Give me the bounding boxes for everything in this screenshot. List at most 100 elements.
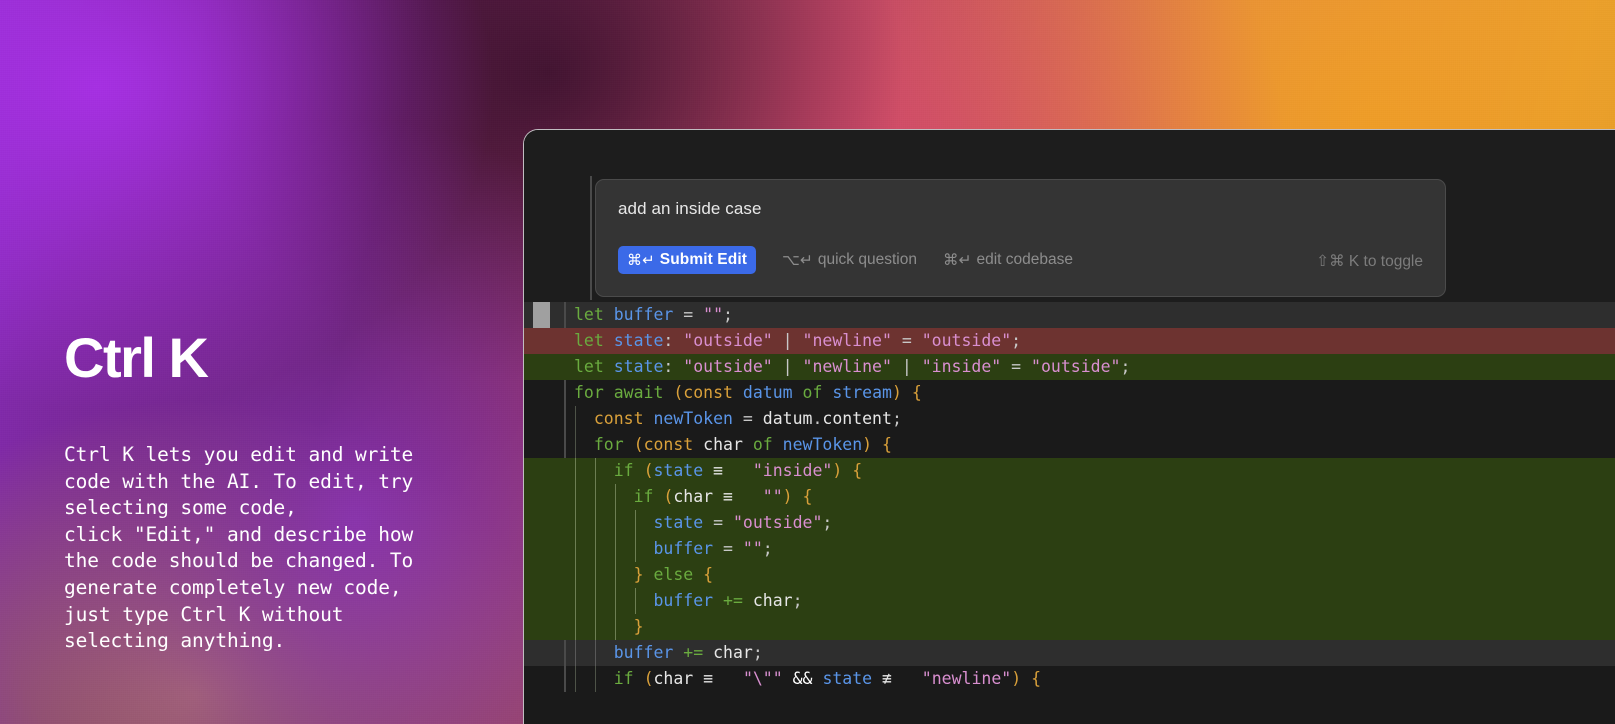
code-line[interactable]: let buffer = ""; [524, 302, 1615, 328]
indent-guide [614, 562, 616, 588]
indent-guide [594, 640, 596, 666]
code-gutter [524, 510, 574, 536]
code-line[interactable]: let state: "outside" | "newline" | "insi… [524, 354, 1615, 380]
gutter-bar [564, 640, 566, 666]
code-line[interactable]: state = "outside"; [524, 510, 1615, 536]
code-gutter [524, 458, 574, 484]
option-enter-icon: ⌥↵ [782, 251, 813, 269]
prompt-input[interactable]: add an inside case [618, 199, 762, 219]
submit-edit-label: Submit Edit [659, 251, 747, 268]
code-line[interactable]: if (char ≡ "") { [524, 484, 1615, 510]
indent-guide [575, 458, 576, 484]
prompt-actions: ⌘↵ Submit Edit ⌥↵ quick question ⌘↵ edit… [618, 245, 1427, 275]
command-enter-icon: ⌘↵ [627, 252, 655, 269]
ctrl-k-prompt-box[interactable]: add an inside case ⌘↵ Submit Edit ⌥↵ qui… [595, 179, 1446, 297]
indent-guide [614, 614, 616, 640]
code-line[interactable]: const newToken = datum.content; [524, 406, 1615, 432]
code-editor[interactable]: let buffer = ""; let state: "outside" | "… [524, 302, 1615, 724]
indent-guide [594, 458, 596, 484]
prompt-rail [590, 176, 592, 300]
code-text: buffer += char; [653, 591, 803, 610]
indent-guide [594, 510, 596, 536]
quick-question-hint[interactable]: ⌥↵ quick question [782, 251, 917, 270]
indent-guide [575, 588, 576, 614]
code-gutter [524, 666, 574, 692]
code-line[interactable]: buffer += char; [524, 588, 1615, 614]
edit-codebase-label: edit codebase [976, 251, 1073, 268]
indent-guide [575, 406, 576, 432]
code-line[interactable]: } else { [524, 562, 1615, 588]
gutter-bar [564, 380, 566, 406]
indent-guide [634, 588, 636, 614]
indent-guide [594, 484, 596, 510]
code-gutter [524, 640, 574, 666]
code-text: } [633, 617, 644, 636]
code-text: let buffer = ""; [574, 305, 733, 324]
indent-guide [575, 536, 576, 562]
code-gutter [524, 432, 574, 458]
indent-guide [575, 614, 576, 640]
code-line[interactable]: } [524, 614, 1615, 640]
code-line[interactable]: if (state ≡ "inside") { [524, 458, 1615, 484]
indent-guide [575, 640, 576, 666]
code-text: let state: "outside" | "newline" = "outs… [574, 331, 1022, 350]
cursor-marker [533, 302, 550, 328]
code-text: let state: "outside" | "newline" | "insi… [574, 357, 1131, 376]
description-text: Ctrl K lets you edit and write code with… [64, 443, 414, 653]
indent-guide [575, 510, 576, 536]
indent-guide [575, 562, 576, 588]
gutter-bar [564, 302, 566, 328]
code-gutter [524, 536, 574, 562]
code-gutter [524, 328, 574, 354]
indent-guide [594, 588, 596, 614]
gutter-bar [564, 666, 566, 692]
edit-codebase-hint[interactable]: ⌘↵ edit codebase [943, 251, 1073, 270]
code-line[interactable]: if (char ≡ "\"" && state ≢ "newline") { [524, 666, 1615, 692]
indent-guide [614, 510, 616, 536]
submit-edit-button[interactable]: ⌘↵ Submit Edit [618, 246, 756, 274]
page-title: Ctrl K [64, 326, 209, 389]
indent-guide [594, 666, 596, 692]
code-text: for await (const datum of stream) { [574, 383, 922, 402]
indent-guide [575, 666, 576, 692]
ctrl-k-prompt-region: add an inside case ⌘↵ Submit Edit ⌥↵ qui… [524, 130, 1615, 302]
indent-guide [614, 588, 616, 614]
code-text: buffer += char; [613, 643, 763, 662]
code-text: if (state ≡ "inside") { [613, 461, 863, 480]
toggle-hint: ⇧⌘ K to toggle [1316, 253, 1423, 270]
indent-guide [614, 536, 616, 562]
indent-guide [634, 510, 636, 536]
code-gutter [524, 406, 574, 432]
indent-guide [594, 536, 596, 562]
quick-question-label: quick question [817, 251, 917, 268]
gutter-bar [564, 432, 566, 458]
code-line[interactable]: buffer = ""; [524, 536, 1615, 562]
code-gutter [524, 380, 574, 406]
code-gutter [524, 302, 574, 328]
code-text: for (const char of newToken) { [593, 435, 892, 454]
command-enter-icon-2: ⌘↵ [942, 251, 972, 269]
code-gutter [524, 354, 574, 380]
indent-guide [614, 484, 616, 510]
code-gutter [524, 562, 574, 588]
code-line[interactable]: for (const char of newToken) { [524, 432, 1615, 458]
left-panel: Ctrl K Ctrl K lets you edit and write co… [64, 330, 464, 655]
code-text: const newToken = datum.content; [593, 409, 902, 428]
indent-guide [594, 562, 596, 588]
code-gutter [524, 588, 574, 614]
indent-guide [575, 484, 576, 510]
code-line[interactable]: let state: "outside" | "newline" = "outs… [524, 328, 1615, 354]
code-line[interactable]: for await (const datum of stream) { [524, 380, 1615, 406]
code-line[interactable]: buffer += char; [524, 640, 1615, 666]
editor-window: add an inside case ⌘↵ Submit Edit ⌥↵ qui… [523, 129, 1615, 724]
gutter-bar [564, 406, 566, 432]
code-text: if (char ≡ "") { [633, 487, 813, 506]
indent-guide [634, 536, 636, 562]
code-gutter [524, 614, 574, 640]
code-gutter [524, 484, 574, 510]
code-text: state = "outside"; [653, 513, 833, 532]
indent-guide [575, 432, 576, 458]
indent-guide [594, 614, 596, 640]
code-text: if (char ≡ "\"" && state ≢ "newline") { [613, 669, 1042, 688]
code-text: buffer = ""; [653, 539, 773, 558]
